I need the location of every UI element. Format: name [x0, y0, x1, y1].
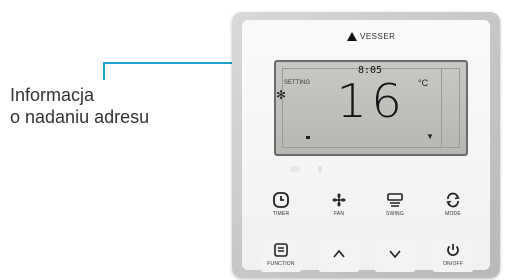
clock-icon: [273, 192, 289, 208]
annotation-line-1: Informacja: [10, 85, 95, 105]
chevron-up-icon: [333, 249, 345, 258]
indicator-leds: [290, 166, 350, 174]
function-icon: [274, 243, 288, 257]
on-off-button[interactable]: ON/OFF: [432, 236, 474, 272]
annotation-text: Informacja o nadaniu adresu: [10, 84, 149, 128]
function-button-label: FUNCTION: [267, 261, 295, 267]
function-button[interactable]: FUNCTION: [260, 236, 302, 272]
fan-icon: [332, 193, 346, 207]
signal-indicator-icon: ▼: [426, 132, 434, 141]
mode-icon: [446, 192, 460, 208]
fan-button[interactable]: FAN: [318, 186, 360, 222]
up-button[interactable]: [318, 236, 360, 272]
temperature-display: 16: [336, 74, 407, 128]
status-indicator: [306, 136, 310, 139]
lcd-sidebar: [441, 68, 460, 148]
mode-button[interactable]: MODE: [432, 186, 474, 222]
annotation-line-2: o nadaniu adresu: [10, 107, 150, 127]
timer-button-label: TIMER: [272, 211, 290, 217]
on-off-button-label: ON/OFF: [442, 261, 464, 267]
power-icon: [447, 244, 459, 256]
fan-button-label: FAN: [333, 211, 345, 217]
led-indicator: [290, 166, 300, 172]
lcd-screen: 8:05 ✻ SETTING 16 °C ▼: [274, 60, 468, 156]
brand-name: VESSER: [360, 32, 396, 41]
timer-button[interactable]: TIMER: [260, 186, 302, 222]
brand-logo: VESSER: [347, 32, 395, 41]
mode-button-label: MODE: [445, 211, 461, 217]
swing-icon: [387, 193, 403, 207]
callout-vertical-line: [103, 62, 105, 80]
fan-indicator-icon: ✻: [276, 88, 287, 102]
brand-mark-icon: [347, 32, 357, 41]
swing-button-label: SWING: [386, 211, 404, 217]
down-button[interactable]: [374, 236, 416, 272]
temperature-unit: °C: [418, 78, 429, 88]
led-indicator: [318, 166, 322, 172]
front-panel: VESSER 8:05 ✻ SETTING 16 °C ▼ TIMER FAN: [242, 20, 490, 272]
thermostat-controller: VESSER 8:05 ✻ SETTING 16 °C ▼ TIMER FAN: [232, 12, 500, 278]
swing-button[interactable]: SWING: [374, 186, 416, 222]
chevron-down-icon: [389, 250, 401, 259]
setting-label: SETTING: [284, 80, 311, 86]
